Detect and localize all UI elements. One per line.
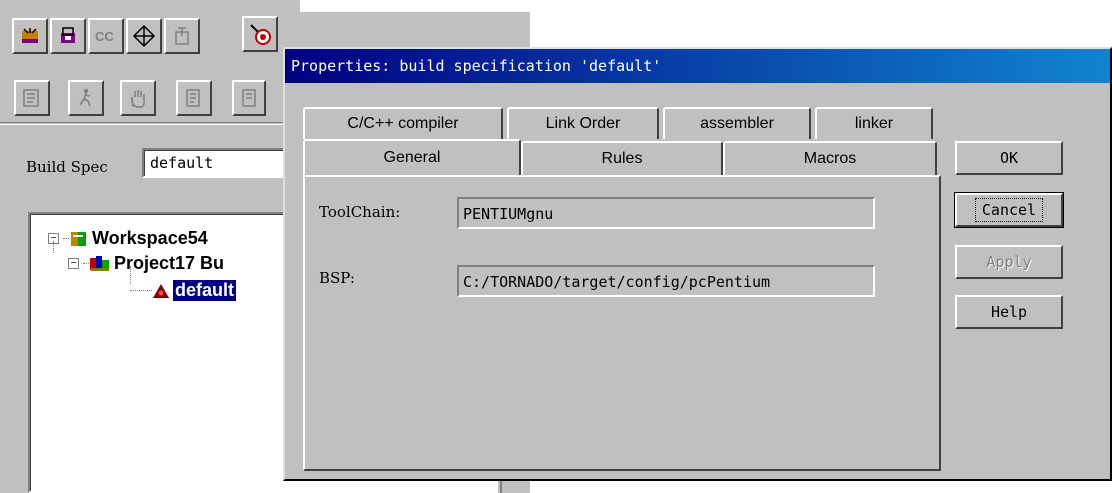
window-gap — [300, 0, 530, 12]
project-icon — [90, 255, 109, 271]
tree-node-project[interactable]: − Project17 Bu — [68, 253, 224, 274]
compile-cc-icon[interactable]: CC — [88, 18, 124, 54]
edit-icon[interactable] — [14, 80, 50, 116]
apply-button-label: Apply — [986, 253, 1032, 271]
build-spec-combo[interactable]: default — [142, 148, 292, 178]
help-button-label: Help — [990, 303, 1028, 321]
step-into-icon[interactable] — [176, 80, 212, 116]
tab-linker[interactable]: linker — [815, 107, 933, 139]
build-spec-icon — [153, 283, 169, 298]
apply-button[interactable]: Apply — [955, 245, 1063, 279]
tab-cpp-compiler[interactable]: C/C++ compiler — [303, 107, 503, 139]
collapse-icon[interactable]: − — [68, 258, 79, 269]
download-icon — [164, 18, 200, 54]
toolchain-label: ToolChain: — [319, 203, 401, 221]
tab-assembler[interactable]: assembler — [663, 107, 811, 139]
tab-general[interactable]: General — [303, 139, 521, 175]
rebuild-icon[interactable] — [50, 18, 86, 54]
help-button[interactable]: Help — [955, 295, 1063, 329]
tab-link-order[interactable]: Link Order — [507, 107, 659, 139]
bsp-field[interactable]: C:/TORNADO/target/config/pcPentium — [457, 265, 875, 297]
ok-button[interactable]: OK — [955, 141, 1063, 175]
cancel-button[interactable]: Cancel — [954, 192, 1064, 228]
tree-node-workspace[interactable]: − Workspace54 — [48, 228, 208, 249]
build-icon[interactable] — [12, 18, 48, 54]
svg-text:CC: CC — [95, 29, 114, 44]
dialog-titlebar[interactable]: Properties: build specification 'default… — [285, 49, 1110, 83]
general-tab-page: ToolChain: PENTIUMgnu BSP: C:/TORNADO/ta… — [303, 175, 941, 471]
build-spec-label: Build Spec — [26, 158, 108, 176]
bsp-label: BSP: — [319, 269, 355, 287]
tree-node-default-spec[interactable]: default — [130, 280, 237, 301]
default-spec-label: default — [173, 280, 237, 301]
step-over-icon[interactable] — [232, 80, 266, 116]
stop-hand-icon[interactable] — [120, 80, 156, 116]
cancel-button-label: Cancel — [974, 198, 1044, 222]
workspace-icon — [71, 231, 86, 246]
toolbar-separator — [0, 122, 300, 125]
dependencies-icon[interactable] — [126, 18, 162, 54]
tab-rules[interactable]: Rules — [521, 141, 723, 175]
debugger-target-icon[interactable] — [242, 16, 278, 52]
properties-dialog: Properties: build specification 'default… — [283, 47, 1112, 481]
workspace-label: Workspace54 — [92, 228, 208, 248]
ok-button-label: OK — [999, 149, 1019, 167]
toolchain-field[interactable]: PENTIUMgnu — [457, 197, 875, 229]
tab-macros[interactable]: Macros — [723, 141, 937, 175]
run-icon[interactable] — [68, 80, 104, 116]
